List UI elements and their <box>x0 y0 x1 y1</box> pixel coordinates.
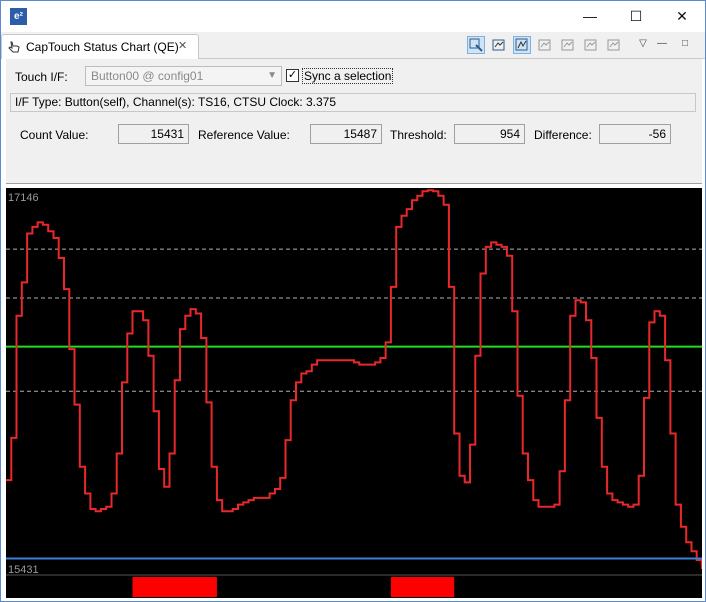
sync-selection-checkbox[interactable]: ✓ <box>286 69 299 82</box>
difference-field: -56 <box>599 124 671 144</box>
touch-hand-icon <box>8 41 20 53</box>
e2-studio-app-icon: e² <box>10 8 27 25</box>
threshold-field: 954 <box>454 124 525 144</box>
app-window: e² — ☐ ✕ CapTouch Status Chart (QE) ✕ ▽ … <box>0 0 706 602</box>
close-window-button[interactable]: ✕ <box>659 1 705 31</box>
minimize-window-button[interactable]: — <box>567 1 613 31</box>
chart-4-icon[interactable] <box>605 36 623 54</box>
touch-if-select[interactable]: Button00 @ config01 ▼ <box>85 66 282 86</box>
tab-title: CapTouch Status Chart (QE) <box>26 40 179 54</box>
interface-info-bar: I/F Type: Button(self), Channel(s): TS16… <box>10 93 696 112</box>
count-value-label: Count Value: <box>20 128 89 142</box>
status-panel: Touch I/F: Button00 @ config01 ▼ ✓ Sync … <box>6 59 702 184</box>
tab-captouch-status-chart[interactable]: CapTouch Status Chart (QE) ✕ <box>1 34 199 59</box>
minimize-view-icon[interactable]: — <box>654 35 670 53</box>
reference-value-field: 15487 <box>310 124 382 144</box>
y-min-label: 15431 <box>8 564 39 576</box>
threshold-label: Threshold: <box>390 128 447 142</box>
chart-2-icon[interactable] <box>559 36 577 54</box>
touch-select-icon[interactable] <box>467 36 485 54</box>
chart-auto-icon[interactable] <box>513 36 531 54</box>
count-value-series <box>6 189 702 569</box>
maximize-window-button[interactable]: ☐ <box>613 1 659 31</box>
sync-selection-label[interactable]: Sync a selection <box>302 68 394 84</box>
touch-state-bar <box>390 577 455 597</box>
title-bar: e² — ☐ ✕ <box>1 1 705 31</box>
status-chart: 17146 15431 <box>6 188 702 598</box>
reference-value-label: Reference Value: <box>198 128 290 142</box>
tab-close-icon[interactable]: ✕ <box>178 39 187 52</box>
chevron-down-icon: ▼ <box>267 70 277 81</box>
touch-state-bar <box>132 577 217 597</box>
chart-1-icon[interactable] <box>536 36 554 54</box>
view-menu-icon[interactable]: ▽ <box>635 35 651 53</box>
touch-if-label: Touch I/F: <box>15 70 68 84</box>
count-value-field: 15431 <box>118 124 189 144</box>
y-max-label: 17146 <box>8 192 39 204</box>
maximize-view-icon[interactable]: □ <box>677 35 693 53</box>
view-tab-row: CapTouch Status Chart (QE) ✕ ▽ — □ <box>1 32 705 59</box>
touch-if-value: Button00 @ config01 <box>91 69 204 83</box>
chart-3-icon[interactable] <box>582 36 600 54</box>
chart-view-icon[interactable] <box>490 36 508 54</box>
difference-label: Difference: <box>534 128 592 142</box>
